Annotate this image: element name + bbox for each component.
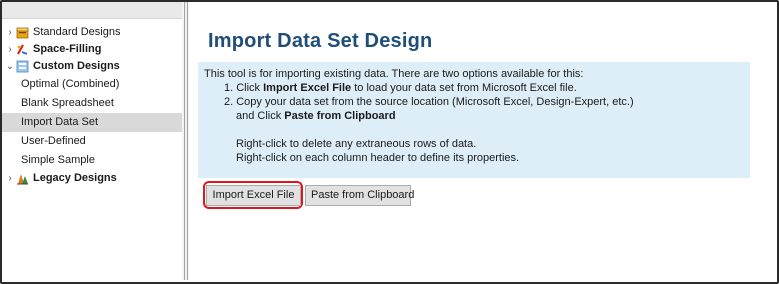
panel-splitter[interactable]	[182, 2, 189, 280]
legacy-designs-icon	[16, 172, 29, 185]
tree-item-simple-sample[interactable]: Simple Sample	[2, 151, 182, 170]
chevron-down-icon[interactable]: ⌄	[5, 58, 15, 75]
tree-item-standard-designs[interactable]: › Standard Designs	[2, 24, 182, 41]
instructions-box: This tool is for importing existing data…	[198, 62, 750, 178]
page-title: Import Data Set Design	[208, 30, 433, 52]
main-panel: Import Data Set Design This tool is for …	[190, 2, 777, 282]
custom-designs-icon	[16, 60, 29, 73]
import-excel-file-button[interactable]: Import Excel File	[206, 185, 301, 206]
tree-item-label: Space-Filling	[33, 43, 102, 55]
design-tree-panel: › Standard Designs › Space-Filling ⌄ Cus…	[2, 2, 182, 280]
tree-item-legacy-designs[interactable]: › Legacy Designs	[2, 170, 182, 187]
step-2-text: 2. Copy your data set from the source lo…	[224, 96, 634, 108]
tree-item-space-filling[interactable]: › Space-Filling	[2, 41, 182, 58]
standard-designs-icon	[16, 26, 29, 39]
intro-text: This tool is for importing existing data…	[204, 68, 584, 80]
note-delete-rows: Right-click to delete any extraneous row…	[236, 138, 477, 150]
chevron-right-icon[interactable]: ›	[5, 24, 15, 41]
chevron-right-icon[interactable]: ›	[5, 170, 15, 187]
tree-item-optimal-combined[interactable]: Optimal (Combined)	[2, 75, 182, 94]
step-2-continuation: and Click Paste from Clipboard	[236, 110, 396, 122]
tree-item-import-data-set[interactable]: Import Data Set	[2, 113, 182, 132]
tree-item-custom-designs[interactable]: ⌄ Custom Designs	[2, 58, 182, 75]
tree-item-label: Standard Designs	[33, 26, 121, 38]
chevron-right-icon[interactable]: ›	[5, 41, 15, 58]
note-column-header: Right-click on each column header to def…	[236, 152, 520, 164]
tree-item-label: Custom Designs	[33, 60, 120, 72]
tree-item-label: Legacy Designs	[33, 172, 117, 184]
step-1-text: 1. Click Import Excel File to load your …	[224, 82, 577, 94]
sidebar-toolbar	[2, 2, 182, 19]
tree-item-blank-spreadsheet[interactable]: Blank Spreadsheet	[2, 94, 182, 113]
design-tree: › Standard Designs › Space-Filling ⌄ Cus…	[2, 24, 182, 187]
space-filling-icon	[16, 43, 29, 56]
paste-from-clipboard-button[interactable]: Paste from Clipboard	[305, 185, 414, 206]
tree-item-user-defined[interactable]: User-Defined	[2, 132, 182, 151]
